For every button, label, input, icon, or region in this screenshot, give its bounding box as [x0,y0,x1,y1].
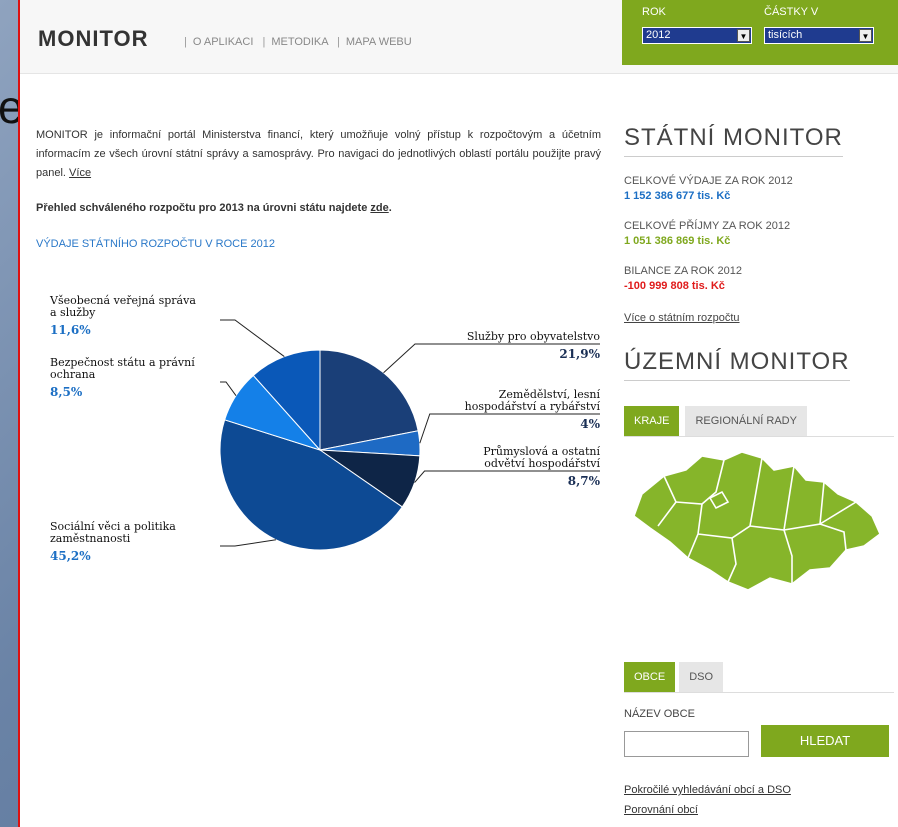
top-nav: | O APLIKACI | METODIKA | MAPA WEBU [178,36,412,48]
logo[interactable]: MONITOR [38,26,148,52]
page: MONITOR | O APLIKACI | METODIKA | MAPA WEBU… [18,0,898,827]
leader-line-3 [220,539,277,547]
nav-metodika[interactable]: METODIKA [271,36,328,48]
tab-dso[interactable]: DSO [679,662,724,692]
region-tabs: KRAJE REGIONÁLNÍ RADY [624,406,894,437]
nav-mapa-webu[interactable]: MAPA WEBU [346,36,412,48]
chart-heading: VÝDAJE STÁTNÍHO ROZPOČTU V ROCE 2012 [36,238,275,250]
slice-value-4: 8,5% [50,385,83,399]
expenditure-label: CELKOVÉ VÝDAJE ZA ROK 2012 [624,175,793,187]
municipality-tabs: OBCE DSO [624,662,894,693]
leader-line-4 [220,381,237,397]
municipality-search-input[interactable] [624,731,749,757]
slice-label-0: Služby pro obyvatelstvo [467,330,600,343]
slice-value-3: 45,2% [50,549,91,563]
nav-separator: | [262,36,266,48]
slice-label-5: a služby [50,306,96,319]
amount-label: ČÁSTKY V [764,6,819,18]
income-label: CELKOVÉ PŘÍJMY ZA ROK 2012 [624,220,791,232]
territorial-monitor-heading[interactable]: ÚZEMNÍ MONITOR [624,348,850,381]
tab-regionalni-rady[interactable]: REGIONÁLNÍ RADY [685,406,807,436]
intro-paragraph: MONITOR je informační portál Ministerstv… [36,126,601,183]
pie-chart: Služby pro obyvatelstvo21,9%Zemědělství,… [49,294,601,563]
search-label: NÁZEV OBCE [624,708,695,720]
slice-label-4: ochrana [50,368,96,381]
year-select[interactable]: 2012 ▼ [642,27,752,44]
slice-value-5: 11,6% [50,323,91,337]
budget-note-text: Přehled schváleného rozpočtu pro 2013 na… [36,202,368,214]
budget-link[interactable]: zde [370,202,388,214]
amount-select-value: tisících [768,29,803,41]
header: MONITOR | O APLIKACI | METODIKA | MAPA WEBU… [20,0,898,74]
nav-separator: | [337,36,340,48]
intro-text: MONITOR je informační portál Ministerstv… [36,129,601,179]
balance-value: -100 999 808 tis. Kč [624,280,725,292]
right-panel: STÁTNÍ MONITOR CELKOVÉ VÝDAJE ZA ROK 201… [624,124,894,381]
selector-panel: ROK 2012 ▼ ČÁSTKY V tisících ▼ [622,0,898,65]
slice-value-2: 8,7% [568,474,601,488]
state-budget-link[interactable]: Více o státním rozpočtu [624,312,894,324]
chevron-down-icon: ▼ [737,29,750,42]
income-value: 1 051 386 869 tis. Kč [624,235,731,247]
leader-line-1 [419,413,600,444]
slice-value-1: 4% [580,417,600,431]
intro-more-link[interactable]: Více [69,167,91,179]
nav-separator: | [184,36,187,48]
balance-label: BILANCE ZA ROK 2012 [624,265,742,277]
year-select-value: 2012 [646,29,671,41]
tab-obce[interactable]: OBCE [624,662,676,692]
slice-label-3: zaměstnanosti [50,532,131,545]
tab-kraje[interactable]: KRAJE [624,406,680,436]
slice-value-0: 21,9% [559,347,600,361]
chevron-down-icon: ▼ [859,29,872,42]
nav-o-aplikaci[interactable]: O APLIKACI [193,36,254,48]
czech-regions-map[interactable] [624,446,886,596]
advanced-search-link[interactable]: Pokročilé vyhledávání obcí a DSO [624,784,791,796]
budget-note: Přehled schváleného rozpočtu pro 2013 na… [36,199,601,218]
search-button[interactable]: HLEDAT [761,725,889,757]
expenditure-value: 1 152 386 677 tis. Kč [624,190,731,202]
budget-note-period: . [388,202,392,214]
map-country-shape [633,451,881,591]
compare-municipalities-link[interactable]: Porovnání obcí [624,804,698,816]
slice-label-2: odvětví hospodářství [484,457,600,470]
amount-select[interactable]: tisících ▼ [764,27,874,44]
slice-label-1: hospodářství a rybářství [465,400,601,413]
pie-chart-container: Služby pro obyvatelstvo 21,9% Zemědělství,… [20,290,620,610]
year-label: ROK [642,6,666,18]
state-monitor-heading[interactable]: STÁTNÍ MONITOR [624,124,843,157]
main-content: MONITOR je informační portál Ministerstv… [36,126,601,254]
leader-line-5 [220,319,285,357]
